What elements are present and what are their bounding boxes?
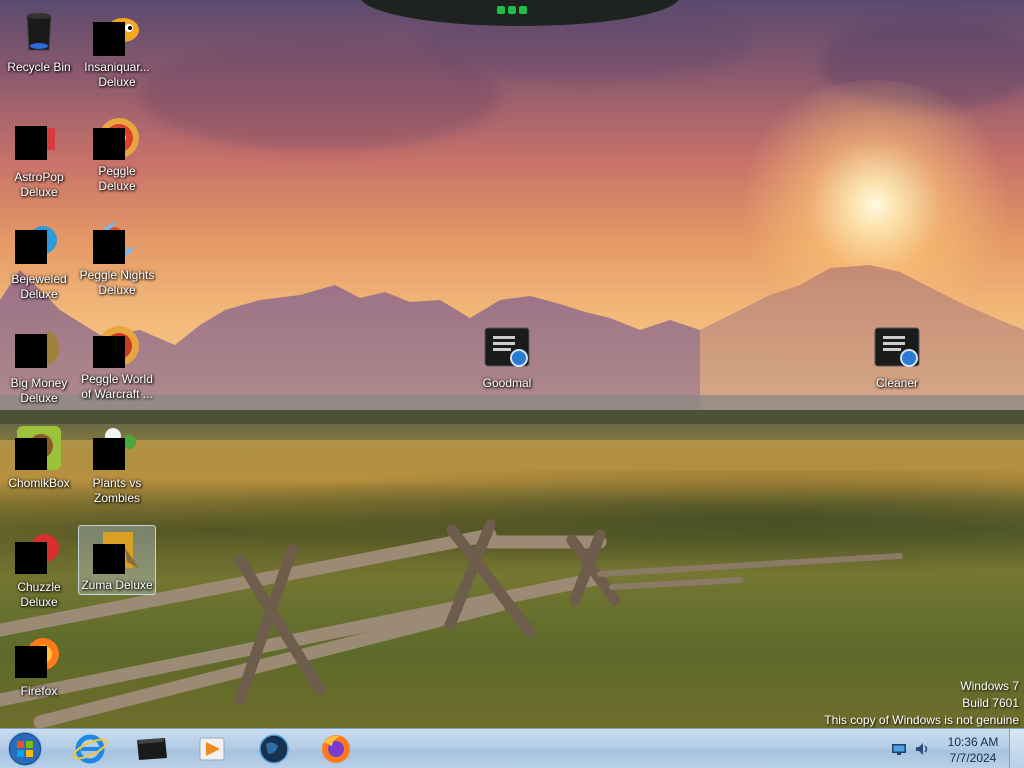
desktop-icon-bejeweled[interactable]: Bejeweled Deluxe [0, 214, 78, 310]
redacted-block [15, 230, 47, 264]
redacted-block [93, 230, 125, 264]
gadget-led [519, 6, 527, 14]
icon-label: Peggle Deluxe [98, 164, 136, 193]
desktop-icon-goodmal[interactable]: Goodmal [468, 318, 546, 414]
clock-time: 10:36 AM [947, 735, 999, 749]
icon-label: ChomikBox [8, 476, 70, 490]
goodmal-icon [484, 327, 530, 367]
start-button[interactable] [5, 731, 45, 767]
desktop-icon-peggle-wow[interactable]: Peggle World of Warcraft ... [78, 314, 156, 410]
network-icon[interactable] [891, 741, 907, 757]
desktop-icon-chuzzle[interactable]: Chuzzle Deluxe [0, 522, 78, 618]
desktop-icon-insaniquarium[interactable]: Insaniquar... Deluxe [78, 2, 156, 98]
redacted-block [93, 544, 125, 574]
desktop-icon-plants-vs-zombies[interactable]: Plants vs Zombies [78, 418, 156, 514]
icon-label: Goodmal [482, 376, 532, 390]
icon-label: Cleaner [875, 376, 919, 390]
windows-media-player-icon[interactable] [186, 732, 238, 766]
desktop[interactable]: Recycle Bin Insaniquar... Deluxe AstroPo… [0, 0, 1024, 768]
redacted-block [15, 542, 47, 574]
desktop-icon-astropop[interactable]: AstroPop Deluxe [0, 112, 78, 208]
desktop-icon-zuma[interactable]: Zuma Deluxe [78, 525, 156, 595]
taskbar: 10:36 AM 7/7/2024 [0, 728, 1024, 768]
watermark-line: Build 7601 [962, 696, 1019, 710]
volume-icon[interactable] [914, 741, 930, 757]
clock-date: 7/7/2024 [949, 751, 997, 765]
redacted-block [93, 438, 125, 470]
gadget-led [497, 6, 505, 14]
taskbar-clock[interactable]: 10:36 AM 7/7/2024 [937, 734, 1009, 766]
redacted-block [15, 334, 47, 368]
redacted-block [93, 22, 125, 56]
icon-label: Insaniquar... Deluxe [84, 60, 150, 89]
icon-label: AstroPop Deluxe [14, 170, 64, 199]
redacted-block [93, 336, 125, 368]
watermark-line: Windows 7 [960, 679, 1019, 693]
desktop-icon-peggle-nights[interactable]: Peggle Nights Deluxe [78, 210, 156, 306]
watermark-line: This copy of Windows is not genuine [824, 713, 1019, 727]
desktop-icon-recycle-bin[interactable]: Recycle Bin [0, 2, 78, 98]
windows-watermark: Windows 7 Build 7601 This copy of Window… [824, 678, 1019, 729]
icon-label: Big Money Deluxe [10, 376, 68, 405]
internet-explorer-icon[interactable] [64, 732, 116, 766]
icon-label: Plants vs Zombies [92, 476, 142, 505]
desktop-icon-chomikbox[interactable]: ChomikBox [0, 418, 78, 514]
windows-media-center-icon[interactable] [125, 732, 177, 766]
firefox-icon[interactable] [310, 732, 362, 766]
icon-label: Firefox [20, 684, 58, 698]
icon-label: Peggle World of Warcraft ... [81, 372, 153, 401]
icon-label: Recycle Bin [7, 60, 71, 74]
redacted-block [93, 128, 125, 160]
cleaner-icon [874, 327, 920, 367]
globe-icon[interactable] [248, 732, 300, 766]
redacted-block [15, 438, 47, 470]
icon-label: Peggle Nights Deluxe [79, 268, 155, 297]
icon-label: Zuma Deluxe [81, 578, 153, 592]
gadget-led [508, 6, 516, 14]
icon-label: Chuzzle Deluxe [17, 580, 61, 609]
desktop-icon-firefox[interactable]: Firefox [0, 626, 78, 722]
desktop-icon-peggle[interactable]: Peggle Deluxe [78, 106, 156, 202]
icon-label: Bejeweled Deluxe [11, 272, 67, 301]
recycle-bin-icon [26, 13, 52, 51]
desktop-icon-big-money[interactable]: Big Money Deluxe [0, 318, 78, 414]
desktop-icon-cleaner[interactable]: Cleaner [858, 318, 936, 414]
redacted-block [15, 646, 47, 678]
redacted-block [15, 126, 47, 160]
show-desktop-button[interactable] [1009, 729, 1024, 768]
